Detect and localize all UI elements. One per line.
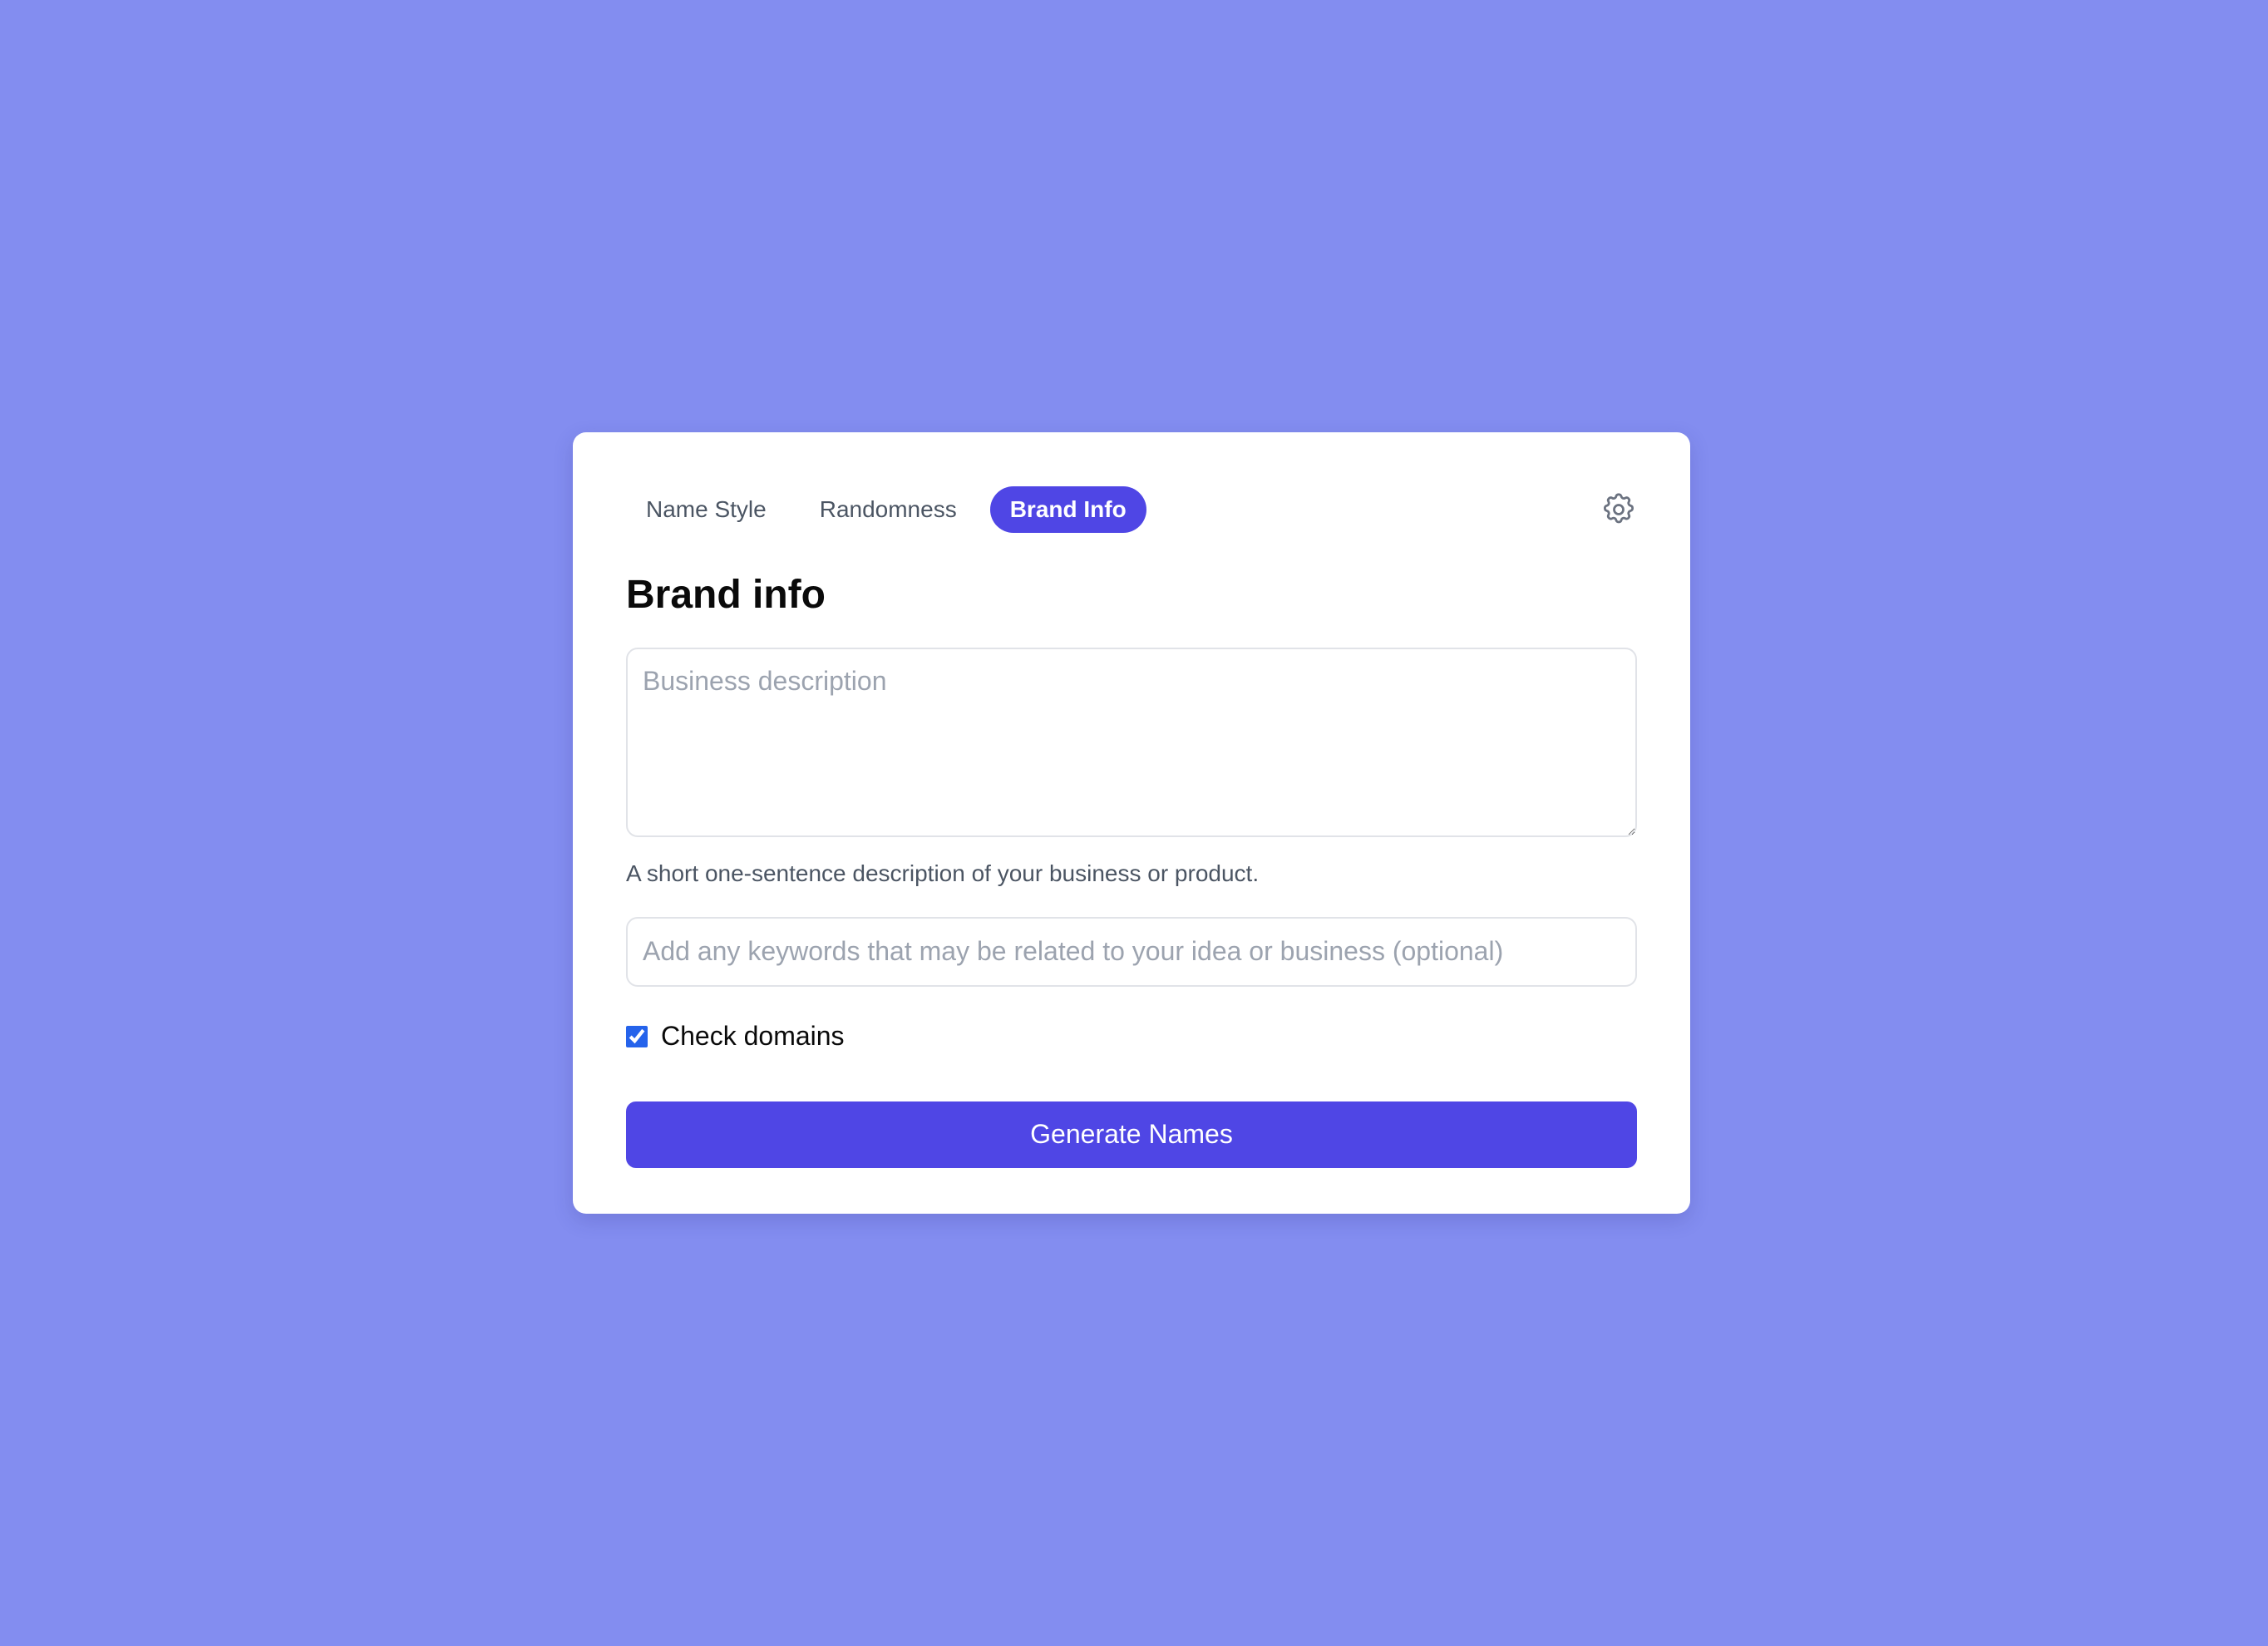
business-description-textarea[interactable] xyxy=(626,647,1637,837)
tab-randomness[interactable]: Randomness xyxy=(800,486,977,533)
check-domains-label[interactable]: Check domains xyxy=(661,1021,845,1052)
check-domains-row: Check domains xyxy=(626,1020,1637,1053)
page-title: Brand info xyxy=(626,573,826,617)
tabs-row: Name Style Randomness Brand Info xyxy=(626,485,1637,534)
tab-bar: Name Style Randomness Brand Info xyxy=(626,486,1146,533)
brand-info-card: Name Style Randomness Brand Info Brand i… xyxy=(573,432,1690,1214)
tab-brand-info[interactable]: Brand Info xyxy=(989,486,1146,533)
generate-names-button[interactable]: Generate Names xyxy=(626,1101,1637,1168)
check-domains-checkbox[interactable] xyxy=(626,1025,648,1047)
tab-name-style[interactable]: Name Style xyxy=(626,486,786,533)
description-help-text: A short one-sentence description of your… xyxy=(626,860,1260,886)
keywords-input[interactable] xyxy=(626,916,1637,987)
description-wrapper xyxy=(626,647,1637,837)
gear-icon[interactable] xyxy=(1600,491,1637,528)
